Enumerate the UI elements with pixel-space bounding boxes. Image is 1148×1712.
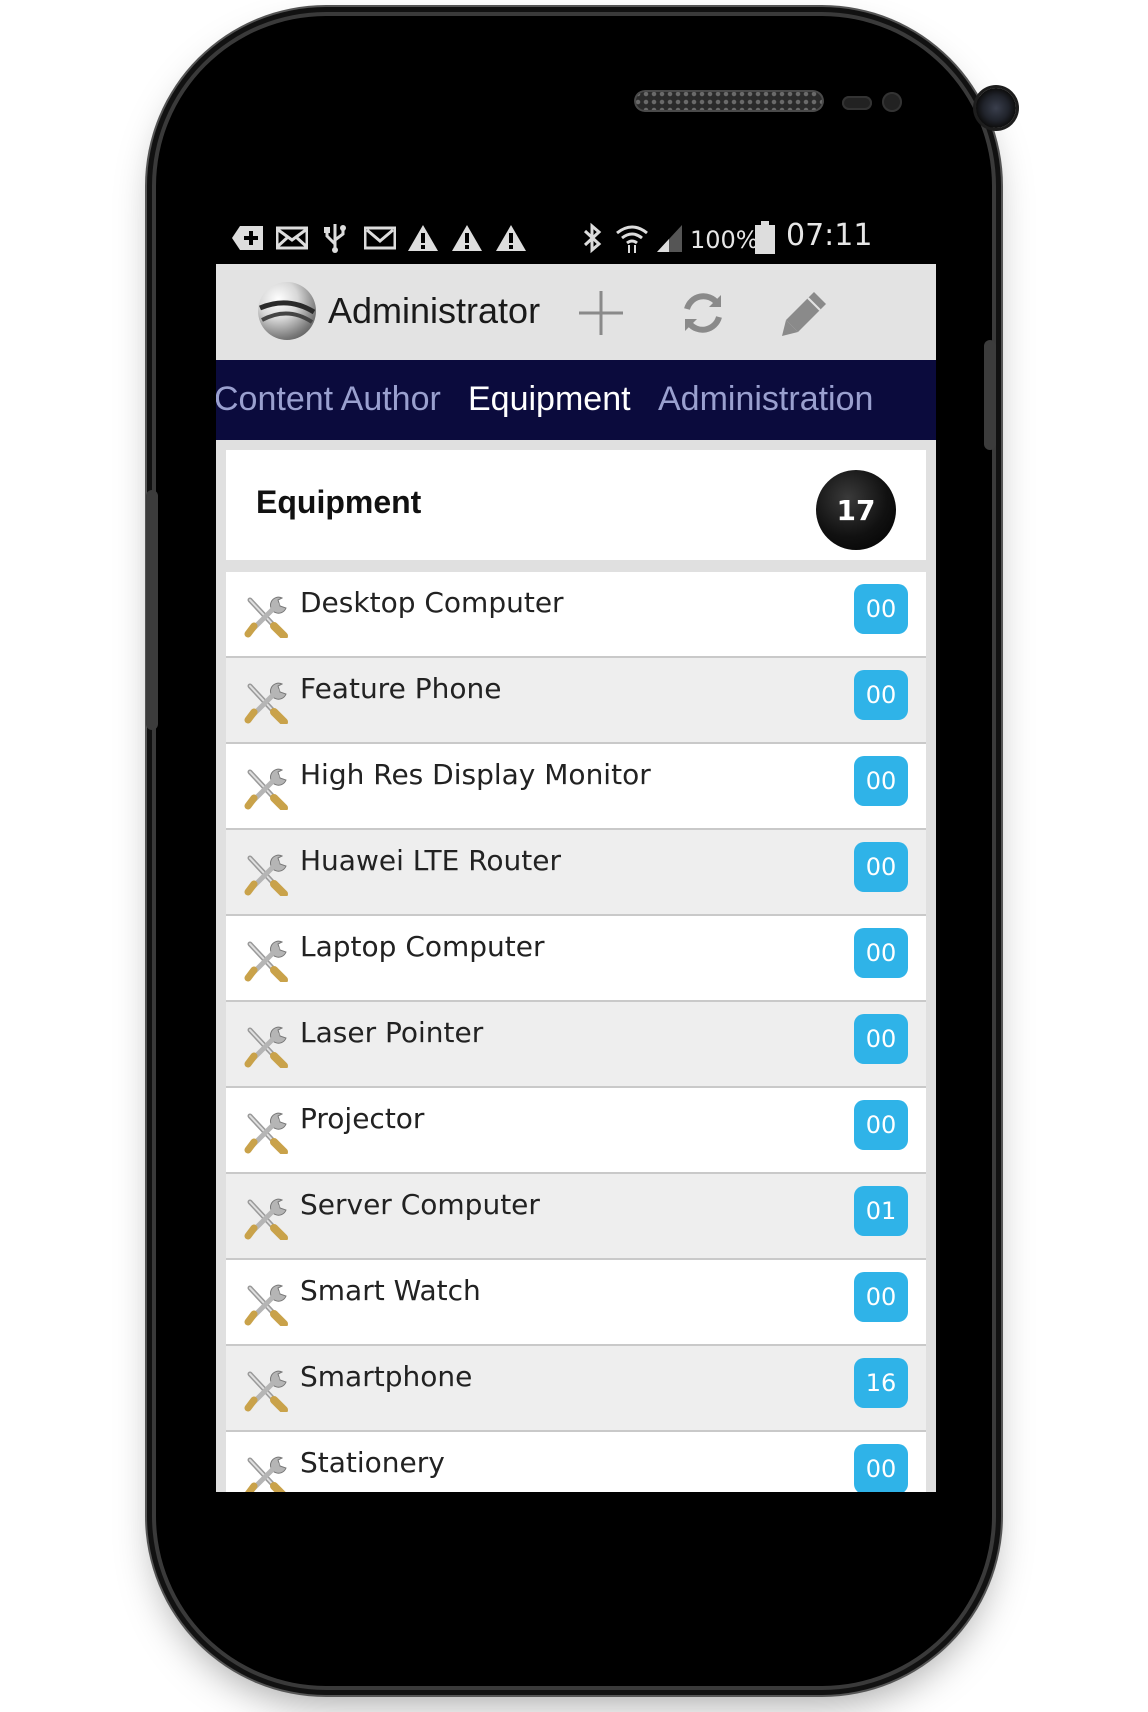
- item-count-badge: 00: [854, 1100, 908, 1150]
- device-screen: 100% 07:11 Administrator Content Author …: [216, 212, 936, 1492]
- item-label: Laser Pointer: [300, 1016, 484, 1049]
- item-label: Smartphone: [300, 1360, 473, 1393]
- tools-icon: [244, 1108, 290, 1156]
- pencil-icon: [782, 292, 826, 336]
- item-count-badge: 00: [854, 1444, 908, 1492]
- tools-icon: [244, 1022, 290, 1070]
- light-sensor: [882, 92, 902, 112]
- item-label: Smart Watch: [300, 1274, 481, 1307]
- warning-icon: [450, 222, 484, 254]
- item-label: Feature Phone: [300, 672, 502, 705]
- bluetooth-icon: [580, 222, 604, 254]
- cellular-signal-icon: [654, 222, 684, 254]
- list-item-1[interactable]: Feature Phone 00: [226, 658, 926, 744]
- battery-percent: 100%: [690, 226, 759, 254]
- volume-rocker: [146, 490, 158, 730]
- earpiece-speaker: [634, 90, 824, 112]
- wifi-icon: [614, 222, 650, 254]
- list-item-10[interactable]: Stationery 00: [226, 1432, 926, 1492]
- item-count-badge: 16: [854, 1358, 908, 1408]
- email-icon: [274, 222, 310, 254]
- tab-strip: Content Author Equipment Administration: [216, 360, 936, 440]
- proximity-sensor: [842, 96, 872, 110]
- power-button: [984, 340, 996, 450]
- item-label: Desktop Computer: [300, 586, 564, 619]
- warning-icon: [406, 222, 440, 254]
- total-count-badge: 17: [816, 470, 896, 550]
- section-title: Equipment: [256, 484, 422, 520]
- list-item-7[interactable]: Server Computer 01: [226, 1174, 926, 1260]
- item-label: Laptop Computer: [300, 930, 545, 963]
- tools-icon: [244, 1452, 290, 1492]
- item-label: Server Computer: [300, 1188, 540, 1221]
- item-label: Stationery: [300, 1446, 445, 1479]
- item-count-badge: 00: [854, 928, 908, 978]
- tools-icon: [244, 936, 290, 984]
- equipment-header-card: Equipment 17: [226, 450, 926, 560]
- item-label: High Res Display Monitor: [300, 758, 651, 791]
- front-camera: [976, 88, 1016, 128]
- tools-icon: [244, 1280, 290, 1328]
- item-label: Huawei LTE Router: [300, 844, 561, 877]
- tools-icon: [244, 764, 290, 812]
- list-item-8[interactable]: Smart Watch 00: [226, 1260, 926, 1346]
- item-count-badge: 00: [854, 670, 908, 720]
- tab-content-author[interactable]: Content Author: [216, 380, 441, 419]
- action-bar: Administrator: [216, 264, 936, 362]
- item-count-badge: 00: [854, 1272, 908, 1322]
- list-item-9[interactable]: Smartphone 16: [226, 1346, 926, 1432]
- app-logo-icon[interactable]: [258, 282, 316, 340]
- item-count-badge: 00: [854, 756, 908, 806]
- add-button[interactable]: [566, 282, 636, 344]
- refresh-button[interactable]: [668, 282, 738, 344]
- item-count-badge: 00: [854, 584, 908, 634]
- tools-icon: [244, 1366, 290, 1414]
- plus-notification-icon: [230, 222, 266, 254]
- tab-administration[interactable]: Administration: [658, 380, 873, 419]
- tools-icon: [244, 678, 290, 726]
- item-label: Projector: [300, 1102, 425, 1135]
- list-item-2[interactable]: High Res Display Monitor 00: [226, 744, 926, 830]
- battery-icon: [752, 221, 778, 254]
- tab-equipment[interactable]: Equipment: [468, 380, 631, 419]
- plus-icon: [579, 291, 623, 335]
- gmail-icon: [362, 222, 398, 254]
- edit-button[interactable]: [770, 282, 840, 344]
- warning-icon: [494, 222, 528, 254]
- app-title: Administrator: [328, 290, 541, 331]
- item-count-badge: 00: [854, 1014, 908, 1064]
- list-item-5[interactable]: Laser Pointer 00: [226, 1002, 926, 1088]
- usb-icon: [320, 222, 350, 254]
- refresh-icon: [684, 293, 722, 333]
- equipment-list: Desktop Computer 00 Feature Phone 00 Hig…: [226, 572, 926, 1492]
- tools-icon: [244, 1194, 290, 1242]
- item-count-badge: 00: [854, 842, 908, 892]
- list-item-0[interactable]: Desktop Computer 00: [226, 572, 926, 658]
- item-count-badge: 01: [854, 1186, 908, 1236]
- tools-icon: [244, 850, 290, 898]
- tools-icon: [244, 592, 290, 640]
- list-item-3[interactable]: Huawei LTE Router 00: [226, 830, 926, 916]
- status-bar: 100% 07:11: [216, 212, 936, 264]
- clock: 07:11: [786, 218, 873, 253]
- list-item-6[interactable]: Projector 00: [226, 1088, 926, 1174]
- list-item-4[interactable]: Laptop Computer 00: [226, 916, 926, 1002]
